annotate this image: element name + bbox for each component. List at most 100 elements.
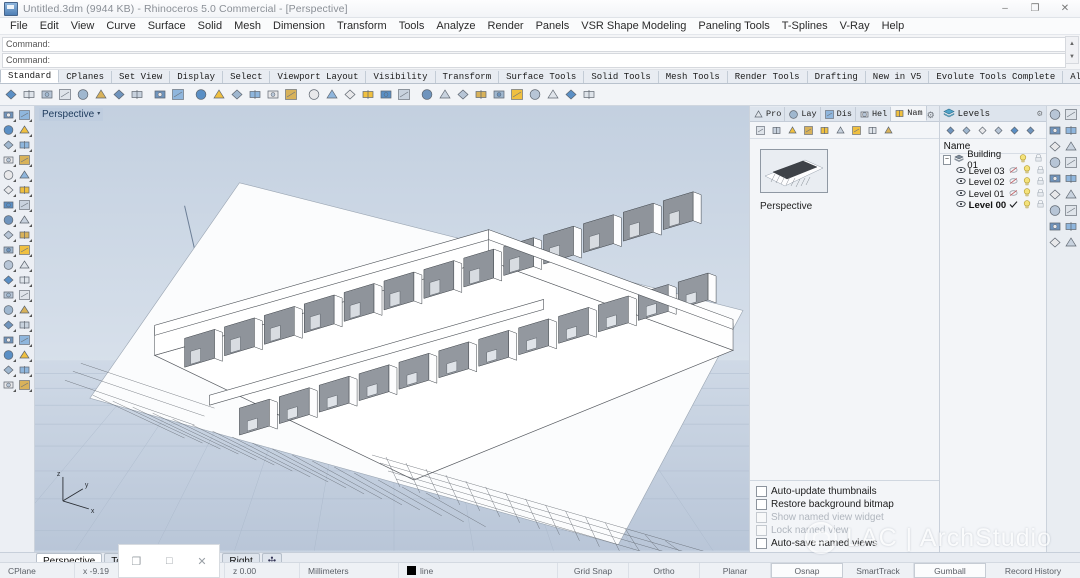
hatch-tool-icon[interactable]: [16, 317, 32, 332]
properties-list-icon[interactable]: [1063, 154, 1079, 170]
level-lock-icon[interactable]: [1035, 154, 1042, 165]
current-level-check-icon[interactable]: [1009, 200, 1018, 211]
zoom-selected-icon[interactable]: [246, 86, 263, 103]
menu-item-curve[interactable]: Curve: [100, 18, 141, 34]
panel-options-gear-icon[interactable]: ⚙: [927, 110, 935, 121]
sphere-solid-icon[interactable]: [16, 197, 32, 212]
frame-icon[interactable]: [1023, 123, 1038, 137]
delete-icon[interactable]: [975, 123, 990, 137]
layers-icon[interactable]: [1063, 106, 1079, 122]
toolbar-tab-surface-tools[interactable]: Surface Tools: [499, 71, 585, 83]
rendered-sphere-icon[interactable]: [490, 86, 507, 103]
print-icon[interactable]: [56, 86, 73, 103]
level-visibility-bulb-icon[interactable]: [1023, 177, 1031, 189]
grid-tool-icon[interactable]: [16, 332, 32, 347]
toolbar-tab-cplanes[interactable]: CPlanes: [59, 71, 113, 83]
menu-item-transform[interactable]: Transform: [331, 18, 393, 34]
text-tool-icon[interactable]: [0, 302, 16, 317]
menu-item-solid[interactable]: Solid: [192, 18, 228, 34]
checkbox-row[interactable]: Restore background bitmap: [756, 498, 939, 510]
toolbar-tab-set-view[interactable]: Set View: [112, 71, 171, 83]
array-tool-icon[interactable]: [0, 287, 16, 302]
level-visibility-bulb-icon[interactable]: [1023, 165, 1031, 177]
status-toggle-smarttrack[interactable]: SmartTrack: [843, 563, 914, 578]
eye-icon[interactable]: [849, 123, 864, 137]
checkbox-icon[interactable]: [756, 485, 767, 497]
box-solid-icon[interactable]: [0, 197, 16, 212]
new-level-icon[interactable]: [943, 123, 958, 137]
toolbar-tab-transform[interactable]: Transform: [436, 71, 500, 83]
checkbox-icon[interactable]: [756, 524, 767, 536]
level-row[interactable]: Level 00: [940, 200, 1047, 212]
frame-icon[interactable]: [562, 86, 579, 103]
panel-tab-lay[interactable]: Lay: [785, 107, 821, 121]
help-icon[interactable]: [580, 86, 597, 103]
visibility-icon[interactable]: [959, 123, 974, 137]
point-light-icon[interactable]: [377, 86, 394, 103]
zoom-in-icon[interactable]: [192, 86, 209, 103]
toolbar-tab-visibility[interactable]: Visibility: [366, 71, 436, 83]
status-toggle-osnap[interactable]: Osnap: [771, 563, 843, 578]
folder-icon[interactable]: [1063, 170, 1079, 186]
status-toggle-gumball[interactable]: Gumball: [914, 563, 986, 578]
pan-icon[interactable]: [169, 86, 186, 103]
lock-icon[interactable]: [418, 86, 435, 103]
checkbox-row[interactable]: Auto-update thumbnails: [756, 485, 939, 497]
layer-tool-icon[interactable]: [0, 377, 16, 392]
view-thumbnail[interactable]: [760, 149, 828, 193]
menu-item-file[interactable]: File: [4, 18, 34, 34]
arrow-icon[interactable]: [1047, 234, 1063, 250]
toolbar-tab-render-tools[interactable]: Render Tools: [728, 71, 808, 83]
level-eye-icon[interactable]: [1009, 189, 1018, 200]
boolean-union-icon[interactable]: [0, 227, 16, 242]
menu-item-render[interactable]: Render: [482, 18, 530, 34]
blue-sphere-icon[interactable]: [508, 86, 525, 103]
bulb2-icon[interactable]: [1063, 234, 1079, 250]
circle-icon[interactable]: [0, 137, 16, 152]
level-lock-icon[interactable]: [1037, 188, 1044, 200]
status-toggle-grid-snap[interactable]: Grid Snap: [558, 563, 629, 578]
save-view-icon[interactable]: [753, 123, 768, 137]
toolbar-tab-all-commands-04[interactable]: All Commands 04: [1063, 71, 1080, 83]
close-button[interactable]: ✕: [1050, 0, 1080, 17]
toolbar-tab-select[interactable]: Select: [223, 71, 271, 83]
polyline-icon[interactable]: [16, 122, 32, 137]
zoom-extents-icon[interactable]: [228, 86, 245, 103]
render-grid-icon[interactable]: [1047, 122, 1063, 138]
status-toggle-ortho[interactable]: Ortho: [629, 563, 700, 578]
panel-tab-hel[interactable]: Hel: [855, 107, 892, 121]
level-visibility-bulb-icon[interactable]: [1023, 200, 1031, 212]
fillet-icon[interactable]: [0, 242, 16, 257]
level-eye-icon[interactable]: [1009, 166, 1018, 177]
bulb-icon[interactable]: [395, 86, 412, 103]
thumbnail-icon[interactable]: [865, 123, 880, 137]
polygon-icon[interactable]: [0, 167, 16, 182]
level-row[interactable]: Level 02: [940, 177, 1047, 189]
delete-view-icon[interactable]: [785, 123, 800, 137]
level-lock-icon[interactable]: [1037, 200, 1044, 211]
offset-curve-icon[interactable]: [0, 272, 16, 287]
checkbox-icon[interactable]: [756, 537, 767, 549]
analysis-tool-icon[interactable]: [16, 377, 32, 392]
toolbar-tab-display[interactable]: Display: [170, 71, 224, 83]
minimize-button[interactable]: –: [990, 0, 1020, 17]
level-lock-icon[interactable]: [1037, 177, 1044, 188]
status-layer[interactable]: line: [399, 563, 558, 578]
level-visibility-bulb-icon[interactable]: [1023, 188, 1031, 200]
surface-icon[interactable]: [1063, 186, 1079, 202]
toolbar-tab-standard[interactable]: Standard: [0, 70, 60, 83]
export-tool-icon[interactable]: [0, 362, 16, 377]
command-scrollbar[interactable]: ▲ ▼: [1065, 36, 1079, 64]
person-icon[interactable]: [1063, 138, 1079, 154]
toolbar-tab-viewport-layout[interactable]: Viewport Layout: [270, 71, 367, 83]
open-file-icon[interactable]: [20, 86, 37, 103]
viewport-title[interactable]: Perspective ▾: [39, 108, 104, 121]
analysis-icon[interactable]: [1047, 154, 1063, 170]
cylinder-solid-icon[interactable]: [0, 212, 16, 227]
menu-item-edit[interactable]: Edit: [34, 18, 65, 34]
menu-item-mesh[interactable]: Mesh: [228, 18, 267, 34]
gumball-icon[interactable]: [1047, 106, 1063, 122]
home-icon[interactable]: [1047, 186, 1063, 202]
float-close-button[interactable]: ✕: [197, 555, 206, 568]
level-lock-icon[interactable]: [1037, 165, 1044, 177]
